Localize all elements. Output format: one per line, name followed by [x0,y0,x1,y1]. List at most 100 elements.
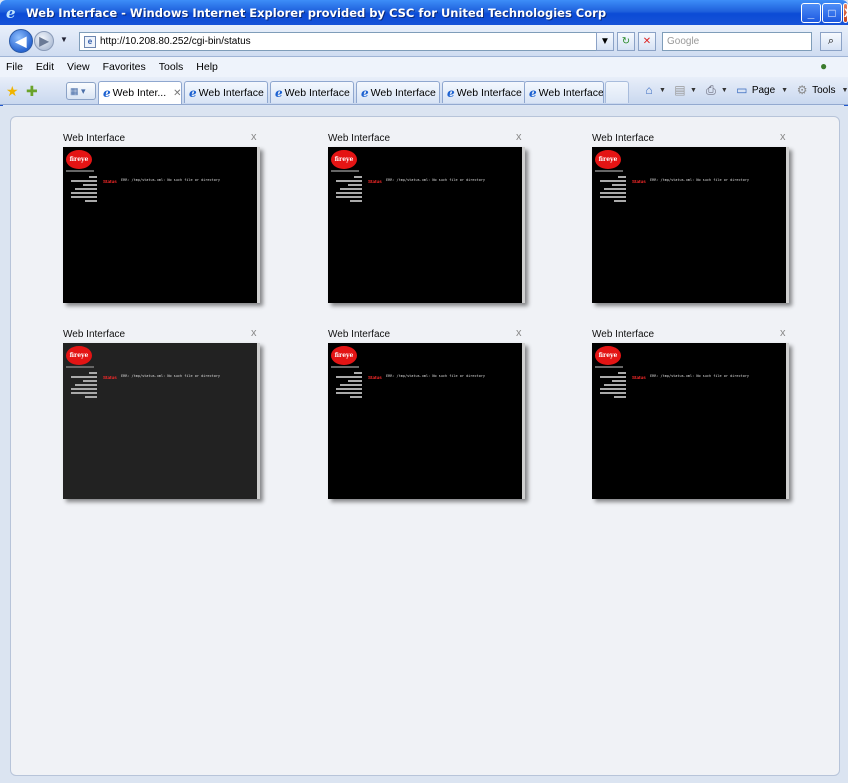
stop-button[interactable]: ✕ [638,32,656,51]
menu-view[interactable]: View [67,61,90,73]
tab-label: Web Interface [284,86,350,99]
preview-nav-menu [69,372,97,400]
fireye-logo: fireye [66,150,92,169]
back-button[interactable]: ◀ [9,29,33,53]
close-button[interactable]: X [843,3,848,23]
page-icon: e [84,35,96,48]
tab-web-interface-6[interactable]: e Web Interface [524,81,604,103]
preview-status-label: Status [368,375,382,380]
close-thumbnail-icon[interactable]: x [251,131,257,143]
thumbnail-title: Web Interface [328,329,391,340]
close-thumbnail-icon[interactable]: x [780,327,786,339]
toolbar-extension-icon[interactable]: ● [820,59,836,75]
preview-error-message: ERR: /tmp/status.xml: No such file or di… [121,178,221,182]
page-preview[interactable]: fireye Status ERR: /tmp/status.xml: No s… [592,343,789,499]
tab-label: Web Interface [198,86,264,99]
feeds-icon[interactable]: ▤ [673,83,687,97]
tab-web-interface-4[interactable]: e Web Interface [356,81,440,103]
tools-menu-button[interactable]: Tools [812,85,835,96]
search-input[interactable]: Google [662,32,812,51]
favorites-center-icon[interactable]: ★ [6,83,19,100]
preview-error-message: ERR: /tmp/status.xml: No such file or di… [121,374,221,378]
refresh-button[interactable]: ↻ [617,32,635,51]
browser-window: e Web Interface - Windows Internet Explo… [0,0,848,783]
address-field[interactable]: e http://10.208.80.252/cgi-bin/status [79,32,611,51]
home-dropdown-icon[interactable]: ▼ [659,87,666,94]
preview-status-label: Status [368,179,382,184]
address-dropdown-button[interactable]: ▼ [596,32,614,51]
fireye-logo: fireye [595,346,621,365]
menu-help[interactable]: Help [196,61,218,73]
page-preview[interactable]: fireye Status ERR: /tmp/status.xml: No s… [328,147,525,303]
forward-button[interactable]: ▶ [34,31,54,51]
menu-favorites[interactable]: Favorites [103,61,146,73]
preview-error-message: ERR: /tmp/status.xml: No such file or di… [386,178,486,182]
fireye-logo: fireye [595,150,621,169]
preview-nav-menu [598,176,626,204]
page-preview[interactable]: fireye Status ERR: /tmp/status.xml: No s… [63,147,260,303]
page-preview[interactable]: fireye Status ERR: /tmp/status.xml: No s… [592,147,789,303]
page-preview[interactable]: fireye Status ERR: /tmp/status.xml: No s… [328,343,525,499]
add-favorites-icon[interactable]: ✚ [26,83,38,100]
page-menu-button[interactable]: Page [752,85,775,96]
url-text: http://10.208.80.252/cgi-bin/status [100,36,251,47]
command-bar: ⌂ ▼ ▤ ▼ ⎙ ▼ ▭ Page ▼ ⚙ Tools ▼ [642,83,848,97]
new-tab-button[interactable] [605,81,629,103]
logo-caption [595,366,623,368]
preview-status-label: Status [632,375,646,380]
logo-caption [331,366,359,368]
print-dropdown-icon[interactable]: ▼ [721,87,728,94]
gear-icon: ⚙ [796,83,808,97]
page-dropdown-icon[interactable]: ▼ [781,87,788,94]
page-preview[interactable]: fireye Status ERR: /tmp/status.xml: No s… [63,343,260,499]
close-thumbnail-icon[interactable]: x [516,131,522,143]
tab-web-interface-3[interactable]: e Web Interface [270,81,354,103]
preview-nav-menu [69,176,97,204]
menu-file[interactable]: File [6,61,23,73]
print-icon[interactable]: ⎙ [704,83,718,97]
menu-bar: File Edit View Favorites Tools Help ● [0,57,848,77]
preview-error-message: ERR: /tmp/status.xml: No such file or di… [386,374,486,378]
thumbnail-title: Web Interface [592,133,655,144]
maximize-button[interactable]: □ [822,3,842,23]
quick-tabs-button[interactable]: ▦ ▾ [66,82,96,100]
ie-page-icon: e [361,85,369,100]
ie-page-icon: e [447,85,455,100]
tab-label: Web Inter... [112,87,167,99]
tools-dropdown-icon[interactable]: ▼ [841,87,848,94]
home-icon[interactable]: ⌂ [642,83,656,97]
tab-web-interface-5[interactable]: e Web Interface [442,81,526,103]
logo-caption [331,170,359,172]
logo-caption [595,170,623,172]
tab-bar: ★ ✚ ▦ ▾ e Web Inter... ✕ e Web Interface… [0,77,848,105]
tab-label: Web Interface [456,86,522,99]
tab-web-interface-1[interactable]: e Web Inter... ✕ [98,81,182,104]
fireye-logo: fireye [66,346,92,365]
tab-label: Web Interface [538,86,604,99]
content-area: Web Interface x fireye Status ERR: /tmp/… [0,106,848,783]
close-thumbnail-icon[interactable]: x [780,131,786,143]
ie-logo-icon: e [6,3,16,22]
search-button[interactable]: ⌕ [820,32,842,51]
minimize-button[interactable]: _ [801,3,821,23]
close-thumbnail-icon[interactable]: x [516,327,522,339]
page-menu-icon: ▭ [736,83,748,97]
preview-nav-menu [598,372,626,400]
history-dropdown-icon[interactable]: ▼ [60,35,70,44]
tab-label: Web Interface [370,86,436,99]
menu-edit[interactable]: Edit [36,61,54,73]
menu-tools[interactable]: Tools [159,61,184,73]
tab-web-interface-2[interactable]: e Web Interface [184,81,268,103]
close-thumbnail-icon[interactable]: x [251,327,257,339]
thumbnail-title: Web Interface [63,329,126,340]
title-bar[interactable]: e Web Interface - Windows Internet Explo… [0,0,848,25]
quick-tabs-panel: Web Interface x fireye Status ERR: /tmp/… [10,116,840,776]
close-tab-icon[interactable]: ✕ [173,88,181,99]
ie-page-icon: e [275,85,283,100]
window-title: Web Interface - Windows Internet Explore… [26,5,607,20]
feeds-dropdown-icon[interactable]: ▼ [690,87,697,94]
ie-page-icon: e [529,85,537,100]
thumbnail-title: Web Interface [592,329,655,340]
preview-nav-menu [334,372,362,400]
preview-status-label: Status [103,375,117,380]
